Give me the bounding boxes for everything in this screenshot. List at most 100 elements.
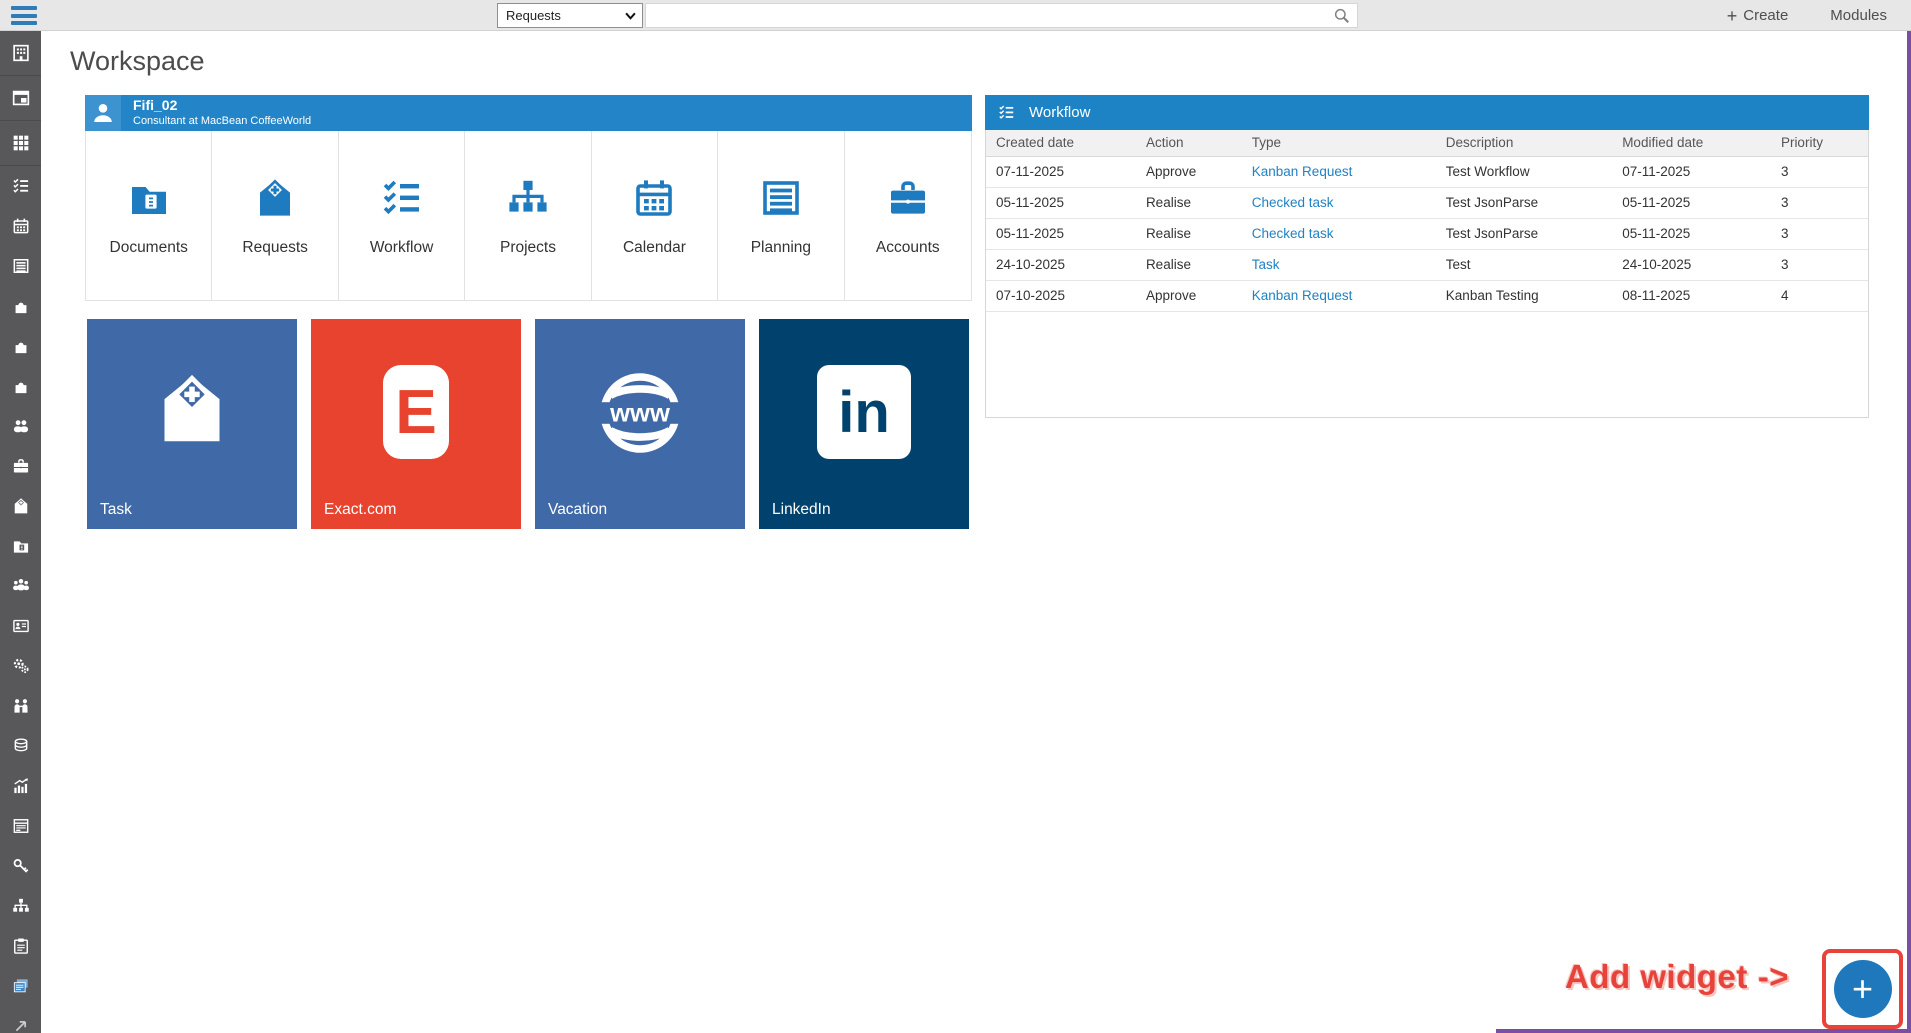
list-icon [11,256,31,276]
sidebar-item-requests[interactable] [0,486,41,526]
sidebar-item-accounts[interactable] [0,446,41,486]
shortcut-workflow[interactable]: Workflow [339,131,465,300]
sidebar-item-external-link[interactable] [0,1006,41,1033]
cell: Realise [1136,218,1242,249]
checklist-icon [997,103,1016,122]
workflow-row: 07-11-2025ApproveKanban RequestTest Work… [986,156,1868,187]
shortcut-documents[interactable]: Documents [86,131,212,300]
cell: 07-11-2025 [986,156,1136,187]
sidebar-item-plugin-3[interactable] [0,366,41,406]
calendar-icon [11,216,31,236]
shortcut-planning[interactable]: Planning [718,131,844,300]
cell: Realise [1136,249,1242,280]
workflow-row: 05-11-2025RealiseChecked taskTest JsonPa… [986,187,1868,218]
tile-label: LinkedIn [772,501,831,519]
type-link[interactable]: Checked task [1252,226,1334,241]
search-icon[interactable] [1332,6,1352,26]
sidebar-item-planning[interactable] [0,246,41,286]
cell: Realise [1136,187,1242,218]
tile-linkedin[interactable]: in LinkedIn [759,319,969,529]
sidebar-item-organization[interactable] [0,31,41,76]
type-link[interactable]: Task [1252,257,1280,272]
briefcase-icon [11,456,31,476]
workflow-row: 05-11-2025RealiseChecked taskTest JsonPa… [986,218,1868,249]
shortcut-requests[interactable]: Requests [212,131,338,300]
envelope-plus-icon [251,174,299,222]
briefcase-icon [884,174,932,222]
add-widget-button[interactable]: + [1822,949,1903,1029]
sidebar-item-reports[interactable] [0,766,41,806]
sidebar-item-users[interactable] [0,406,41,446]
shortcut-projects[interactable]: Projects [465,131,591,300]
shortcut-calendar[interactable]: Calendar [592,131,718,300]
sidebar-item-teams[interactable] [0,566,41,606]
cell: 3 [1771,249,1868,280]
workspace-page: Requests + Create Modules Workspace [0,0,1911,1033]
window-edge-bottom [1496,1029,1911,1033]
cell: 07-10-2025 [986,280,1136,311]
cell: Test Workflow [1436,156,1612,187]
type-link[interactable]: Kanban Request [1252,288,1353,303]
shortcuts-row: DocumentsRequests Workflow ProjectsCalenda… [85,131,972,301]
cell: Test [1436,249,1612,280]
tile-exact-com[interactable]: E Exact.com [311,319,521,529]
envelope-plus-icon [11,496,31,516]
profile-subtitle: Consultant at MacBean CoffeeWorld [133,115,311,129]
search-category-select[interactable]: Requests [497,3,643,28]
checklist-icon [378,174,426,222]
tile-label: Exact.com [324,501,396,519]
cell: 05-11-2025 [986,218,1136,249]
sidebar-item-plugin-1[interactable] [0,286,41,326]
workflow-row: 24-10-2025RealiseTaskTest24-10-20253 [986,249,1868,280]
sidebar-item-documents[interactable] [0,526,41,566]
cell: Kanban Testing [1436,280,1612,311]
topbar: Requests + Create Modules [0,0,1911,31]
sidebar-item-exact-windows[interactable] [0,966,41,1006]
cell-type: Kanban Request [1242,280,1436,311]
sidebar-item-settings[interactable] [0,646,41,686]
shortcut-accounts[interactable]: Accounts [845,131,971,300]
type-link[interactable]: Checked task [1252,195,1334,210]
page-title: Workspace [70,46,205,77]
menu-icon[interactable] [11,6,37,25]
column-header: Created date [986,130,1136,156]
cell: 24-10-2025 [1612,249,1771,280]
cell-type: Checked task [1242,218,1436,249]
sidebar-item-workflow[interactable] [0,166,41,206]
type-link[interactable]: Kanban Request [1252,164,1353,179]
calendar-icon [630,174,678,222]
column-header: Type [1242,130,1436,156]
tile-task[interactable]: Task [87,319,297,529]
sidebar-item-calendar[interactable] [0,206,41,246]
cell-type: Task [1242,249,1436,280]
sidebar-item-contacts[interactable] [0,606,41,646]
clipboard-icon [11,936,31,956]
sidebar-item-partners[interactable] [0,686,41,726]
exact-logo-icon: E [383,365,449,459]
tile-vacation[interactable]: www Vacation [535,319,745,529]
coins-icon [11,736,31,756]
sidebar-item-tasks[interactable] [0,926,41,966]
tiles-row: TaskE Exact.com www Vacationin LinkedIn [87,319,969,529]
sidebar-item-forms[interactable] [0,806,41,846]
sidebar-item-intranet[interactable] [0,76,41,121]
sidebar-item-apps-grid[interactable] [0,121,41,166]
chart-icon [11,776,31,796]
plus-icon: + [1852,971,1873,1007]
cell: 05-11-2025 [986,187,1136,218]
cell: 3 [1771,218,1868,249]
column-header: Description [1436,130,1612,156]
shortcut-label: Workflow [370,239,433,257]
sidebar-item-plugin-2[interactable] [0,326,41,366]
sidebar-item-projects[interactable] [0,886,41,926]
modules-button[interactable]: Modules [1830,7,1887,24]
arrow-icon [11,1016,31,1033]
add-widget-annotation: Add widget-> [1565,958,1789,996]
list-icon [757,174,805,222]
create-button[interactable]: + Create [1727,7,1789,25]
sidebar-item-permissions[interactable] [0,846,41,886]
workflow-row: 07-10-2025ApproveKanban RequestKanban Te… [986,280,1868,311]
avatar [85,95,121,131]
search-input[interactable] [645,3,1358,28]
sidebar-item-finance[interactable] [0,726,41,766]
